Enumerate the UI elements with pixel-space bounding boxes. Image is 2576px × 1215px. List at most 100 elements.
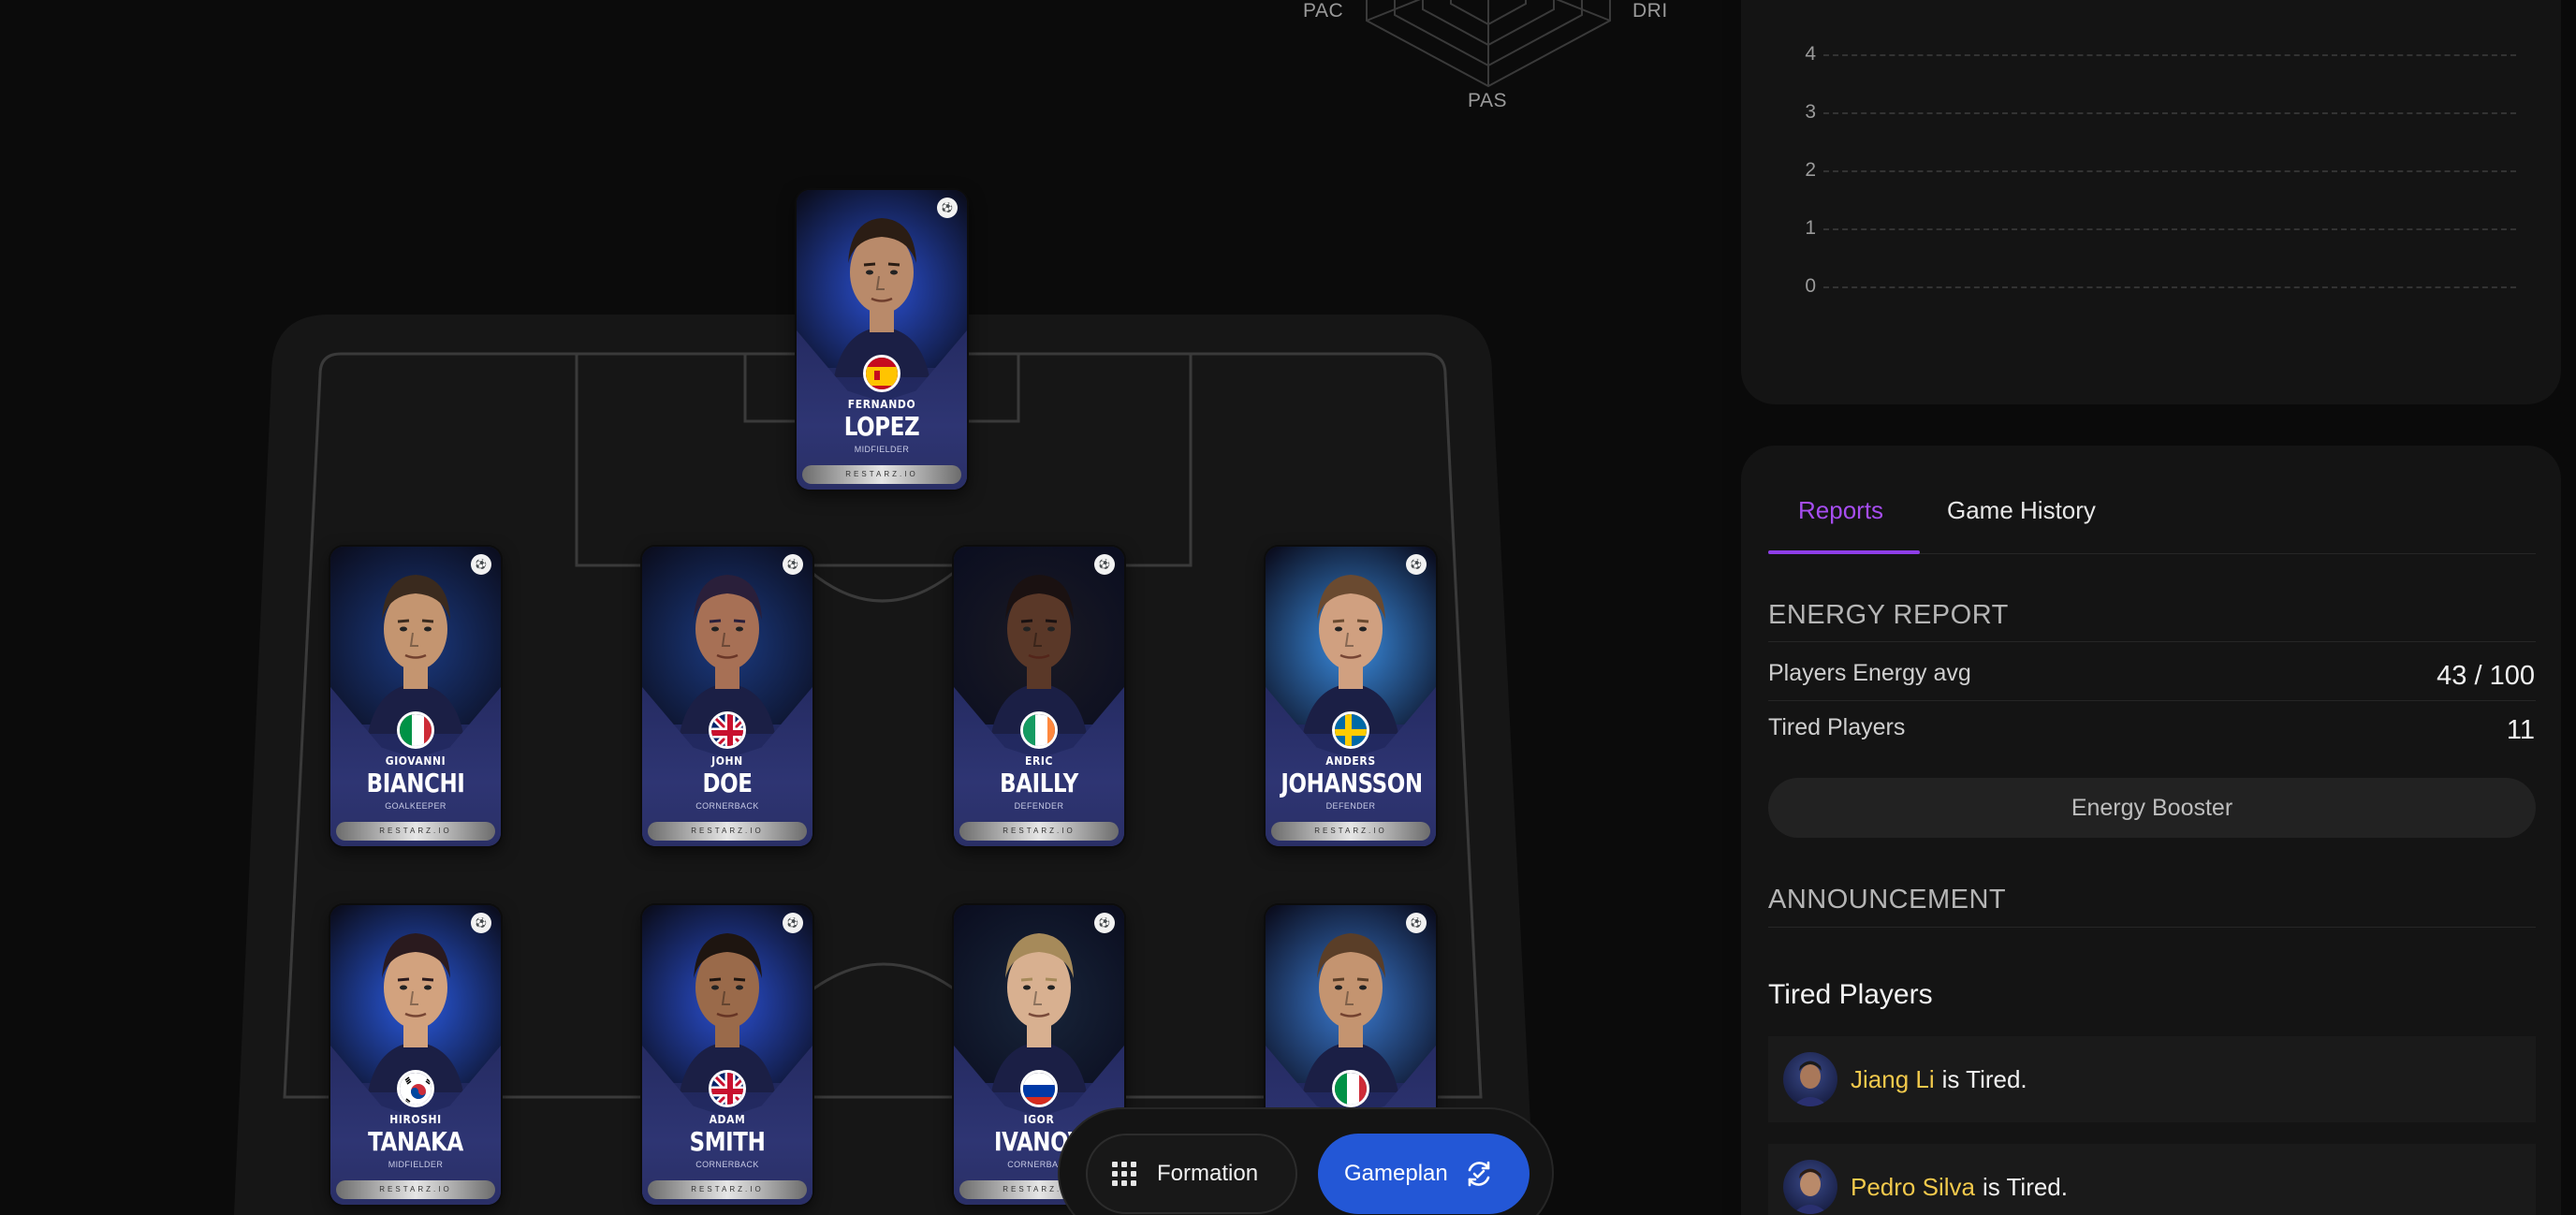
player-portrait	[1303, 933, 1398, 1092]
sweden-flag-icon	[1332, 711, 1369, 749]
card-footer: RESTARZ.IO	[336, 822, 495, 841]
club-logo-icon: ⚽	[1406, 913, 1427, 933]
tab-game-history[interactable]: Game History	[1947, 496, 2096, 525]
player-last-name: BIANCHI	[366, 768, 465, 798]
player-name[interactable]: Jiang Li	[1851, 1065, 1935, 1094]
card-footer: RESTARZ.IO	[336, 1180, 495, 1199]
player-last-name: JOHANSSON	[1281, 768, 1423, 798]
card-footer: RESTARZ.IO	[802, 465, 961, 484]
player-card[interactable]: ⚽ GIOVANNI BIANCHI GOALKEEPER RESTARZ.IO	[330, 547, 501, 846]
radar-label-dri: DRI	[1632, 0, 1668, 22]
card-footer: RESTARZ.IO	[1271, 822, 1430, 841]
player-portrait	[680, 933, 775, 1092]
player-portrait	[1303, 575, 1398, 734]
tired-players-value: 11	[2506, 715, 2535, 745]
player-portrait	[368, 575, 463, 734]
player-position: MIDFIELDER	[388, 1160, 444, 1169]
player-position: CORNERBACK	[695, 801, 759, 811]
y-tick-label: 4	[1805, 43, 1816, 65]
energy-avg-value: 43 / 100	[2437, 661, 2535, 691]
uk-flag-icon	[709, 1070, 746, 1107]
gameplan-label: Gameplan	[1344, 1161, 1448, 1186]
club-logo-icon: ⚽	[1094, 554, 1115, 575]
energy-booster-button[interactable]: Energy Booster	[1768, 778, 2536, 838]
formation-button[interactable]: Formation	[1086, 1134, 1297, 1214]
card-footer: RESTARZ.IO	[648, 1180, 807, 1199]
tired-players-heading: Tired Players	[1768, 979, 1933, 1010]
tab-reports[interactable]: Reports	[1798, 496, 1883, 525]
bottom-toolbar: Formation Gameplan	[1058, 1107, 1554, 1215]
player-portrait	[680, 575, 775, 734]
player-first-name: ADAM	[709, 1113, 746, 1126]
player-first-name: GIOVANNI	[385, 754, 446, 768]
pitch-lines	[234, 0, 1611, 1215]
y-tick-label: 3	[1805, 101, 1816, 123]
club-logo-icon: ⚽	[1406, 554, 1427, 575]
card-footer: RESTARZ.IO	[959, 822, 1119, 841]
avatar	[1783, 1052, 1837, 1106]
radar-chart	[1366, 0, 1611, 88]
club-logo-icon: ⚽	[471, 554, 491, 575]
player-last-name: BAILLY	[1000, 768, 1078, 798]
radar-label-pac: PAC	[1303, 0, 1344, 22]
energy-booster-label: Energy Booster	[2071, 794, 2233, 821]
announcement-text: is Tired.	[1982, 1172, 2068, 1201]
club-logo-icon: ⚽	[1094, 913, 1115, 933]
divider	[1768, 641, 2536, 642]
club-logo-icon: ⚽	[937, 198, 958, 218]
korea-flag-icon	[397, 1070, 434, 1107]
card-footer: RESTARZ.IO	[648, 822, 807, 841]
gridline	[1823, 228, 2516, 230]
player-card[interactable]: ⚽ ERIC BAILLY DEFENDER RESTARZ.IO	[954, 547, 1124, 846]
player-last-name: LOPEZ	[843, 411, 920, 442]
y-tick-label: 1	[1805, 217, 1816, 239]
formation-pitch: PAC DRI PAS	[0, 0, 1722, 1215]
player-position: MIDFIELDER	[854, 445, 910, 454]
player-first-name: HIROSHI	[389, 1113, 442, 1126]
player-position: CORNERBACK	[695, 1160, 759, 1169]
energy-chart-panel	[1741, 0, 2561, 404]
player-position: DEFENDER	[1325, 801, 1376, 811]
energy-report-title: ENERGY REPORT	[1768, 600, 2009, 630]
player-card[interactable]: ⚽ HIROSHI TANAKA MIDFIELDER RESTARZ.IO	[330, 905, 501, 1205]
gridline	[1823, 54, 2516, 56]
player-portrait	[991, 933, 1087, 1092]
player-card[interactable]: ⚽ FERNANDO LOPEZ MIDFIELDER RESTARZ.IO	[797, 190, 967, 490]
player-first-name: JOHN	[711, 754, 743, 768]
player-card[interactable]: ⚽ ANDERS JOHANSSON DEFENDER RESTARZ.IO	[1266, 547, 1436, 846]
grid-icon	[1112, 1162, 1136, 1186]
refresh-check-icon	[1468, 1161, 1490, 1187]
radar-label-pas: PAS	[1468, 90, 1507, 111]
player-position: DEFENDER	[1014, 801, 1064, 811]
divider	[1768, 927, 2536, 928]
player-portrait	[991, 575, 1087, 734]
player-last-name: SMITH	[689, 1126, 766, 1157]
announcement-item[interactable]: Pedro Silva is Tired.	[1768, 1144, 2536, 1215]
italy-flag-icon	[1332, 1070, 1369, 1107]
gridline	[1823, 170, 2516, 172]
italy-flag-icon	[397, 711, 434, 749]
energy-avg-label: Players Energy avg	[1768, 660, 1971, 686]
tired-players-label: Tired Players	[1768, 714, 1906, 740]
player-portrait	[368, 933, 463, 1092]
player-name[interactable]: Pedro Silva	[1851, 1173, 1975, 1202]
gameplan-button[interactable]: Gameplan	[1318, 1134, 1530, 1214]
uk-flag-icon	[709, 711, 746, 749]
player-first-name: ERIC	[1024, 754, 1054, 768]
active-tab-indicator	[1768, 550, 1920, 554]
player-card[interactable]: ⚽ ADAM SMITH CORNERBACK RESTARZ.IO	[642, 905, 812, 1205]
player-last-name: TANAKA	[368, 1126, 463, 1157]
player-last-name: DOE	[702, 768, 753, 798]
avatar	[1783, 1160, 1837, 1214]
club-logo-icon: ⚽	[471, 913, 491, 933]
player-card[interactable]: ⚽ JOHN DOE CORNERBACK RESTARZ.IO	[642, 547, 812, 846]
gridline	[1823, 112, 2516, 114]
player-position: GOALKEEPER	[385, 801, 446, 811]
y-tick-label: 0	[1805, 275, 1816, 297]
announcement-text: is Tired.	[1941, 1064, 2027, 1093]
club-logo-icon: ⚽	[783, 913, 803, 933]
russia-flag-icon	[1020, 1070, 1058, 1107]
announcement-item[interactable]: Jiang Li is Tired.	[1768, 1036, 2536, 1122]
player-first-name: FERNANDO	[847, 398, 916, 411]
announcement-title: ANNOUNCEMENT	[1768, 885, 2007, 915]
